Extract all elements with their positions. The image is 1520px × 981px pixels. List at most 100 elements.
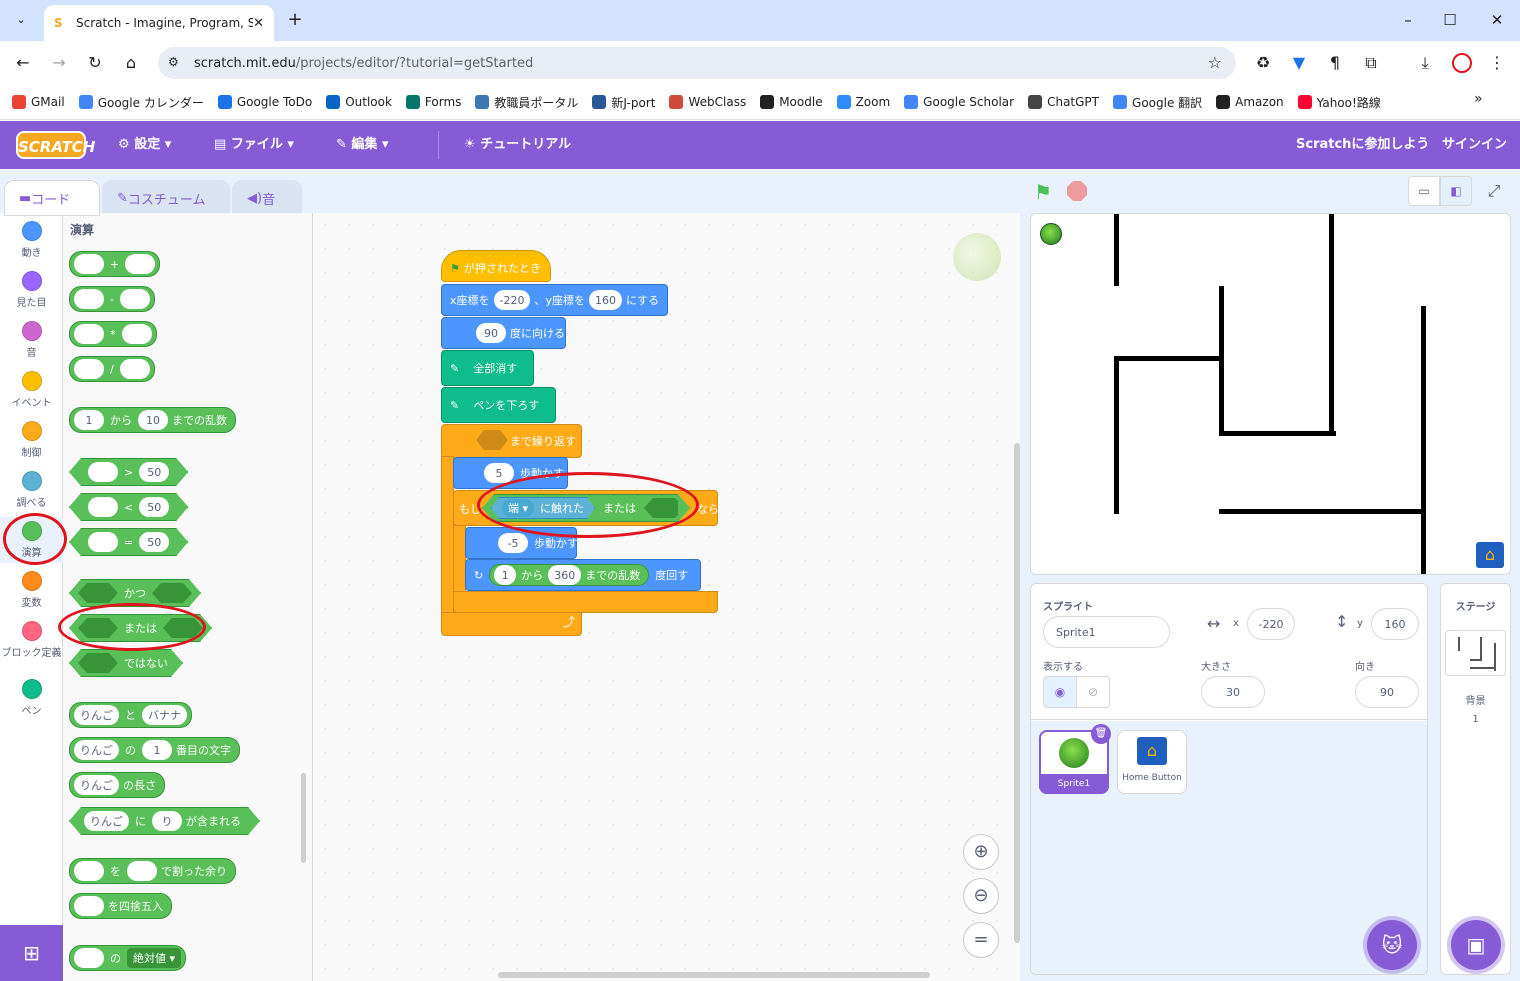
more-bookmarks-icon[interactable]: »	[1474, 91, 1483, 107]
block-divide[interactable]: /	[69, 356, 155, 382]
bookmark-item[interactable]: Google ToDo	[217, 95, 312, 109]
extension-icon-3[interactable]: ¶	[1324, 52, 1346, 74]
green-flag-button[interactable]: ⚑	[1034, 180, 1052, 204]
category-6[interactable]: 調べる	[0, 471, 63, 509]
pen-down-block[interactable]: ✎ ペンを下ろす	[441, 387, 556, 423]
sprite1-on-stage[interactable]	[1040, 223, 1062, 245]
join-scratch-link[interactable]: Scratchに参加しよう	[1296, 121, 1429, 169]
bookmark-item[interactable]: ChatGPT	[1028, 95, 1099, 109]
hide-sprite-eye-icon[interactable]: ⊘	[1076, 676, 1110, 708]
bookmark-item[interactable]: WebClass	[669, 95, 746, 109]
bookmark-item[interactable]: GMail	[12, 95, 65, 109]
home-icon[interactable]: ⌂	[120, 52, 142, 74]
y-input[interactable]: 160	[1371, 608, 1419, 640]
bookmark-item[interactable]: Amazon	[1216, 95, 1284, 109]
block-contains[interactable]: りんごにりが含まれる	[69, 807, 260, 835]
block-length-of[interactable]: りんご の長さ	[69, 772, 165, 798]
fullscreen-button[interactable]: ⤢	[1478, 176, 1510, 206]
add-extension-button[interactable]: ⊞	[0, 925, 63, 981]
when-flag-clicked-block[interactable]: ⚑ が押されたとき	[441, 250, 551, 282]
extension-icon-2[interactable]: ▼	[1288, 52, 1310, 74]
forward-icon[interactable]: →	[48, 52, 70, 74]
stage-canvas[interactable]: ⌂	[1030, 213, 1511, 575]
bookmark-item[interactable]: 教職員ポータル	[475, 94, 578, 111]
block-greater-than[interactable]: >50	[69, 458, 188, 486]
block-equals[interactable]: = 50	[69, 528, 188, 556]
tab-sound[interactable]: ◀) 音	[232, 180, 302, 216]
large-stage-button[interactable]: ◧	[1440, 176, 1472, 206]
zoom-reset-button[interactable]: =	[963, 922, 999, 958]
x-input[interactable]: -220	[1247, 608, 1295, 640]
bookmark-star-icon[interactable]: ☆	[1208, 53, 1222, 72]
sprite-name-input[interactable]: Sprite1	[1043, 616, 1170, 648]
add-backdrop-button[interactable]: ▣	[1451, 920, 1501, 970]
block-multiply[interactable]: *	[69, 321, 157, 347]
browser-tab[interactable]: S Scratch - Imagine, Program, Sh ✕	[44, 5, 274, 41]
back-icon[interactable]: ←	[12, 52, 34, 74]
file-menu[interactable]: ▤ ファイル ▾	[214, 121, 294, 169]
category-10[interactable]: ペン	[0, 679, 63, 717]
block-abs[interactable]: の絶対値 ▾	[69, 945, 187, 971]
bookmark-item[interactable]: Yahoo!路線	[1297, 94, 1381, 111]
category-1[interactable]: 動き	[0, 221, 63, 259]
goto-xy-block[interactable]: x座標を -220 、y座標を 160 にする	[441, 284, 669, 316]
block-subtract[interactable]: -	[69, 286, 155, 312]
tab-code[interactable]: ▬ コード	[4, 180, 100, 216]
site-info-icon[interactable]: ⚙	[168, 55, 179, 69]
tab-costume[interactable]: ✎ コスチューム	[102, 180, 230, 216]
edit-menu[interactable]: ✎ 編集 ▾	[336, 121, 389, 169]
maximize-icon[interactable]: ☐	[1438, 8, 1462, 32]
category-9[interactable]: ブロック定義	[0, 621, 63, 659]
block-join[interactable]: りんごとバナナ	[69, 702, 192, 728]
delete-sprite-icon[interactable]: 🗑	[1091, 724, 1111, 744]
bookmark-item[interactable]: Moodle	[760, 95, 823, 109]
settings-menu[interactable]: ⚙ 設定 ▾	[118, 121, 171, 169]
block-random[interactable]: 1 から 10 までの乱数	[69, 407, 236, 433]
extensions-puzzle-icon[interactable]: ⧉	[1360, 52, 1382, 74]
tutorial-menu[interactable]: ☀ チュートリアル	[464, 121, 571, 169]
block-not[interactable]: ではない	[69, 649, 183, 677]
bookmark-item[interactable]: Google 翻訳	[1113, 94, 1202, 111]
minimize-icon[interactable]: –	[1396, 8, 1420, 32]
bookmark-item[interactable]: Google カレンダー	[78, 94, 204, 111]
block-add[interactable]: +	[69, 251, 161, 277]
add-sprite-button[interactable]: 🐱	[1367, 920, 1417, 970]
turn-right-block[interactable]: ↻ 1 から 360 までの乱数 度回す	[465, 559, 701, 591]
pen-clear-block[interactable]: ✎ 全部消す	[441, 350, 534, 386]
extension-icon-1[interactable]: ♻	[1252, 52, 1274, 74]
block-round[interactable]: を四捨五入	[69, 893, 172, 919]
workspace-hscrollbar[interactable]	[498, 972, 930, 978]
address-bar[interactable]: ⚙ scratch.mit.edu/projects/editor/?tutor…	[158, 47, 1236, 79]
sprite-tile-home-button[interactable]: ⌂ Home Button	[1117, 730, 1187, 794]
bookmark-item[interactable]: Outlook	[326, 95, 392, 109]
stage-selector-pane[interactable]: ステージ 背景 1 ▣	[1440, 583, 1511, 975]
category-4[interactable]: イベント	[0, 371, 63, 409]
point-direction-block[interactable]: 90 度に向ける	[441, 317, 566, 349]
direction-input[interactable]: 90	[1355, 676, 1419, 708]
abs-dropdown[interactable]: 絶対値 ▾	[127, 948, 182, 968]
zoom-out-button[interactable]: ⊖	[963, 878, 999, 914]
show-sprite-eye-icon[interactable]: ◉	[1043, 676, 1077, 708]
block-less-than[interactable]: <50	[69, 493, 188, 521]
bookmark-item[interactable]: Zoom	[836, 95, 890, 109]
category-2[interactable]: 見た目	[0, 271, 63, 309]
category-3[interactable]: 音	[0, 321, 63, 359]
category-8[interactable]: 変数	[0, 571, 63, 609]
signin-link[interactable]: サインイン	[1442, 121, 1507, 169]
block-letter-of[interactable]: りんごの 1 番目の文字	[69, 737, 240, 763]
bookmark-item[interactable]: Google Scholar	[904, 95, 1014, 109]
close-tab-icon[interactable]: ✕	[253, 16, 264, 31]
scratch-logo[interactable]: SCRATCH	[16, 131, 95, 159]
small-stage-button[interactable]: ▭	[1408, 176, 1440, 206]
zoom-in-button[interactable]: ⊕	[963, 834, 999, 870]
bookmark-item[interactable]: 新J-port	[592, 94, 655, 111]
block-mod[interactable]: をで割った余り	[69, 858, 236, 884]
size-input[interactable]: 30	[1201, 676, 1265, 708]
category-5[interactable]: 制御	[0, 421, 63, 459]
tab-search-icon[interactable]: ⌄	[10, 9, 32, 31]
window-close-icon[interactable]: ✕	[1485, 8, 1509, 32]
stop-button[interactable]	[1067, 181, 1087, 201]
more-menu-icon[interactable]: ⋮	[1486, 52, 1508, 74]
profile-avatar[interactable]	[1452, 53, 1472, 73]
reload-icon[interactable]: ↻	[84, 52, 106, 74]
